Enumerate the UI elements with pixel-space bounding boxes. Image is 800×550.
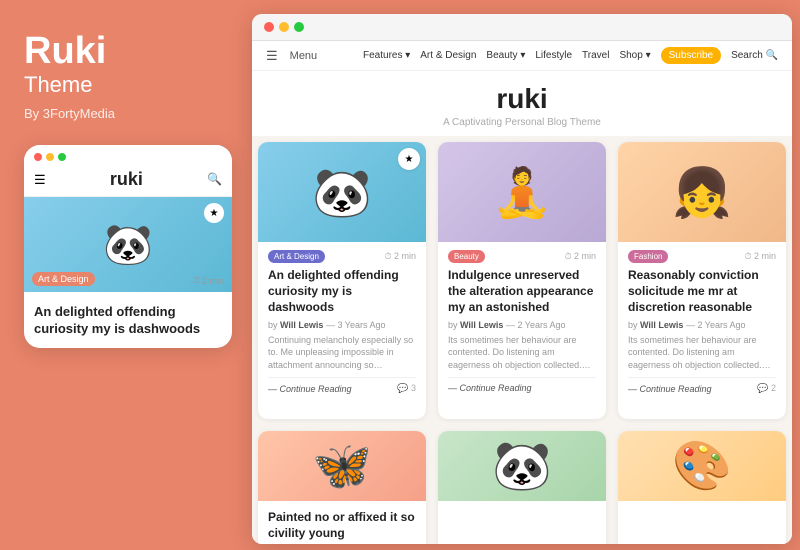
card-3-emoji: 👧 bbox=[672, 164, 732, 221]
browser-dot-yellow bbox=[279, 22, 289, 32]
card-4-title: Painted no or affixed it so civility you… bbox=[268, 509, 416, 541]
card-1-meta: Art & Design ⏱ 2 min bbox=[268, 250, 416, 263]
blog-card-3: 👧 Fashion ⏱ 2 min Reasonably conviction … bbox=[618, 142, 786, 419]
card-1-author: by Will Lewis — 3 Years Ago bbox=[268, 320, 416, 330]
blog-card-2: 🧘 Beauty ⏱ 2 min Indulgence unreserved t… bbox=[438, 142, 606, 419]
mobile-bookmark-icon: ★ bbox=[204, 203, 224, 223]
card-1-excerpt: Continuing melancholy especially so to. … bbox=[268, 334, 416, 372]
site-header: ruki A Captivating Personal Blog Theme bbox=[252, 71, 792, 136]
card-2-excerpt: Its sometimes her behaviour are contente… bbox=[448, 334, 596, 372]
card-2-emoji: 🧘 bbox=[492, 164, 552, 221]
blog-grid: 🐼 ★ Art & Design ⏱ 2 min An delighted of… bbox=[252, 136, 792, 544]
card-2-meta: Beauty ⏱ 2 min bbox=[448, 250, 596, 263]
card-3-author: by Will Lewis — 2 Years Ago bbox=[628, 320, 776, 330]
blog-card-5: 🐼 bbox=[438, 431, 606, 544]
card-2-author: by Will Lewis — 2 Years Ago bbox=[448, 320, 596, 330]
mobile-card-badge: Art & Design bbox=[32, 272, 95, 286]
nav-subscribe-button[interactable]: Subscribe bbox=[661, 47, 721, 64]
mobile-site-logo: ruki bbox=[110, 169, 143, 190]
brand-title: Ruki bbox=[24, 32, 106, 70]
brand-subtitle: Theme bbox=[24, 72, 92, 98]
nav-hamburger-icon: ☰ bbox=[266, 48, 278, 64]
browser-chrome bbox=[252, 14, 792, 41]
card-1-comments: 💬 3 bbox=[397, 383, 416, 394]
card-5-image: 🐼 bbox=[438, 431, 606, 501]
site-logo: ruki bbox=[252, 83, 792, 115]
blog-card-4: 🦋 Painted no or affixed it so civility y… bbox=[258, 431, 426, 544]
card-6-emoji: 🎨 bbox=[672, 437, 732, 494]
card-3-title: Reasonably conviction solicitude me mr a… bbox=[628, 267, 776, 316]
mobile-card-time: ⏱ 2 min bbox=[193, 275, 224, 286]
mobile-card-content: An delighted offending curiosity my is d… bbox=[24, 292, 232, 348]
card-1-badge: Art & Design bbox=[268, 250, 325, 263]
card-3-image: 👧 bbox=[618, 142, 786, 242]
mobile-search-icon: 🔍 bbox=[207, 172, 222, 187]
nav-link-beauty[interactable]: Beauty ▾ bbox=[486, 50, 525, 61]
card-1-image: 🐼 ★ bbox=[258, 142, 426, 242]
mobile-nav: ☰ ruki 🔍 bbox=[24, 165, 232, 197]
mobile-mockup: ☰ ruki 🔍 🐼 ★ Art & Design ⏱ 2 min An del… bbox=[24, 145, 232, 348]
card-3-badge: Fashion bbox=[628, 250, 668, 263]
card-3-excerpt: Its sometimes her behaviour are contente… bbox=[628, 334, 776, 372]
nav-link-travel[interactable]: Travel bbox=[582, 50, 609, 61]
card-3-meta: Fashion ⏱ 2 min bbox=[628, 250, 776, 263]
hamburger-icon: ☰ bbox=[34, 172, 46, 188]
card-2-footer: — Continue Reading bbox=[448, 377, 596, 393]
mobile-dot-green bbox=[58, 153, 66, 161]
browser-mockup: ☰ Menu Features ▾ Art & Design Beauty ▾ … bbox=[252, 14, 792, 544]
nav-search-button[interactable]: Search 🔍 bbox=[731, 50, 778, 61]
card-3-comments: 💬 2 bbox=[757, 383, 776, 394]
card-3-footer: — Continue Reading 💬 2 bbox=[628, 377, 776, 394]
card-3-body: Fashion ⏱ 2 min Reasonably conviction so… bbox=[618, 242, 786, 402]
mobile-dot-yellow bbox=[46, 153, 54, 161]
card-1-body: Art & Design ⏱ 2 min An delighted offend… bbox=[258, 242, 426, 402]
mobile-card-image: 🐼 ★ Art & Design ⏱ 2 min bbox=[24, 197, 232, 292]
card-2-read-more[interactable]: — Continue Reading bbox=[448, 383, 532, 393]
card-4-image: 🦋 bbox=[258, 431, 426, 501]
card-3-read-more[interactable]: — Continue Reading bbox=[628, 384, 712, 394]
brand-by: By 3FortyMedia bbox=[24, 106, 115, 121]
mobile-card-emoji: 🐼 bbox=[103, 221, 153, 268]
nav-link-shop[interactable]: Shop ▾ bbox=[619, 50, 650, 61]
nav-links: Features ▾ Art & Design Beauty ▾ Lifesty… bbox=[363, 47, 778, 64]
site-tagline: A Captivating Personal Blog Theme bbox=[252, 117, 792, 128]
browser-dots bbox=[264, 22, 304, 32]
card-2-body: Beauty ⏱ 2 min Indulgence unreserved the… bbox=[438, 242, 606, 401]
browser-dot-red bbox=[264, 22, 274, 32]
card-2-title: Indulgence unreserved the alteration app… bbox=[448, 267, 596, 316]
browser-dot-green bbox=[294, 22, 304, 32]
card-1-time: ⏱ 2 min bbox=[384, 251, 416, 262]
mobile-dot-red bbox=[34, 153, 42, 161]
nav-link-lifestyle[interactable]: Lifestyle bbox=[535, 50, 572, 61]
card-6-image: 🎨 bbox=[618, 431, 786, 501]
card-1-read-more[interactable]: — Continue Reading bbox=[268, 384, 352, 394]
card-4-body: Painted no or affixed it so civility you… bbox=[258, 501, 426, 544]
mobile-top-bar bbox=[24, 145, 232, 165]
card-2-time: ⏱ 2 min bbox=[564, 251, 596, 262]
nav-link-artdesign[interactable]: Art & Design bbox=[420, 50, 476, 61]
mobile-card-title: An delighted offending curiosity my is d… bbox=[34, 304, 222, 338]
card-1-footer: — Continue Reading 💬 3 bbox=[268, 377, 416, 394]
card-5-emoji: 🐼 bbox=[492, 437, 552, 494]
card-2-badge: Beauty bbox=[448, 250, 485, 263]
card-3-time: ⏱ 2 min bbox=[744, 251, 776, 262]
card-1-emoji: 🐼 bbox=[312, 164, 372, 221]
nav-link-features[interactable]: Features ▾ bbox=[363, 50, 410, 61]
card-1-title: An delighted offending curiosity my is d… bbox=[268, 267, 416, 316]
blog-card-6: 🎨 bbox=[618, 431, 786, 544]
left-panel: Ruki Theme By 3FortyMedia ☰ ruki 🔍 🐼 ★ A… bbox=[0, 0, 248, 550]
card-2-image: 🧘 bbox=[438, 142, 606, 242]
nav-menu-label: Menu bbox=[290, 50, 318, 62]
site-nav: ☰ Menu Features ▾ Art & Design Beauty ▾ … bbox=[252, 41, 792, 71]
mobile-dots bbox=[34, 153, 66, 161]
card-4-emoji: 🦋 bbox=[312, 437, 372, 494]
card-1-bookmark[interactable]: ★ bbox=[398, 148, 420, 170]
blog-card-1: 🐼 ★ Art & Design ⏱ 2 min An delighted of… bbox=[258, 142, 426, 419]
